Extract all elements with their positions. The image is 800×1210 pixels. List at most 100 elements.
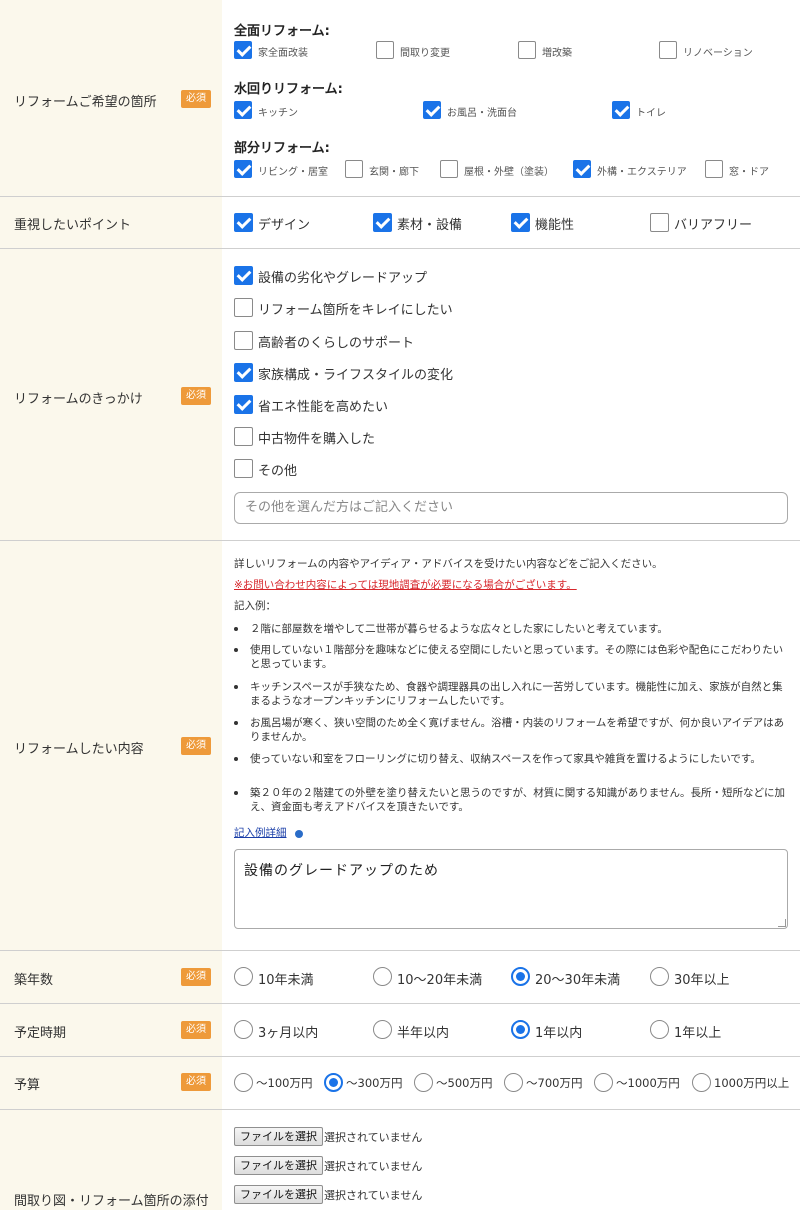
checkbox-kitchen[interactable] bbox=[234, 101, 252, 119]
option-label: 半年以内 bbox=[397, 1026, 450, 1041]
option-label: バリアフリー bbox=[674, 218, 753, 233]
option-label: 〜100万円 bbox=[256, 1076, 313, 1090]
row-reform-location: リフォームご希望の箇所 必須 全面リフォーム: 家全面改装 間取り変更 増改築 … bbox=[0, 0, 800, 197]
option-label: 〜300万円 bbox=[346, 1076, 403, 1090]
file-select-button[interactable]: ファイルを選択 bbox=[234, 1156, 323, 1175]
radio-budget-700[interactable] bbox=[504, 1073, 523, 1092]
option-label: 3ヶ月以内 bbox=[258, 1026, 319, 1041]
field-label: リフォームのきっかけ bbox=[14, 392, 143, 407]
label-cell: リフォームご希望の箇所 必須 bbox=[0, 0, 222, 196]
radio-budget-over-1000[interactable] bbox=[692, 1073, 711, 1092]
row-building-age: 築年数 必須 10年未満 10〜20年未満 20〜30年未満 30年以上 bbox=[0, 951, 800, 1004]
option-label: 10〜20年未満 bbox=[397, 973, 483, 988]
partial-reform-heading: 部分リフォーム: bbox=[234, 141, 330, 156]
row-timing: 予定時期 必須 3ヶ月以内 半年以内 1年以内 1年以上 bbox=[0, 1004, 800, 1057]
label-cell: 予算 必須 bbox=[0, 1057, 222, 1109]
option-label: 1年以上 bbox=[674, 1026, 722, 1041]
row-attachment: 間取り図・リフォーム箇所の添付 ファイルを選択 選択されていません ファイルを選… bbox=[0, 1110, 800, 1210]
checkbox-lifestyle-change[interactable] bbox=[234, 363, 253, 382]
checkbox-clean-up[interactable] bbox=[234, 298, 253, 317]
radio-age-over-30[interactable] bbox=[650, 967, 669, 986]
checkbox-toilet[interactable] bbox=[612, 101, 630, 119]
checkbox-bath[interactable] bbox=[423, 101, 441, 119]
label-cell: リフォームしたい内容 必須 bbox=[0, 541, 222, 950]
field-label: 重視したいポイント bbox=[14, 218, 132, 233]
checkbox-barrier-free[interactable] bbox=[650, 213, 669, 232]
checkbox-equipment-upgrade[interactable] bbox=[234, 266, 253, 285]
checkbox-full-renovation[interactable] bbox=[234, 41, 252, 59]
checkbox-renovation[interactable] bbox=[659, 41, 677, 59]
option-label: 〜500万円 bbox=[436, 1076, 493, 1090]
required-badge: 必須 bbox=[181, 737, 211, 755]
option-label: 設備の劣化やグレードアップ bbox=[258, 271, 428, 286]
label-cell: 重視したいポイント bbox=[0, 197, 222, 248]
option-label: リフォーム箇所をキレイにしたい bbox=[258, 303, 453, 318]
label-cell: リフォームのきっかけ 必須 bbox=[0, 249, 222, 540]
option-label: 増改築 bbox=[542, 48, 572, 59]
row-priority: 重視したいポイント デザイン 素材・設備 機能性 バリアフリー bbox=[0, 197, 800, 249]
bullet bbox=[234, 648, 238, 652]
checkbox-extension[interactable] bbox=[518, 41, 536, 59]
checkbox-functionality[interactable] bbox=[511, 213, 530, 232]
option-label: 10年未満 bbox=[258, 973, 314, 988]
example-detail-link[interactable]: 記入例詳細 bbox=[234, 825, 287, 840]
option-label: 屋根・外壁（塗装） bbox=[464, 167, 554, 178]
checkbox-window-door[interactable] bbox=[705, 160, 723, 178]
radio-budget-500[interactable] bbox=[414, 1073, 433, 1092]
radio-budget-100[interactable] bbox=[234, 1073, 253, 1092]
full-reform-heading: 全面リフォーム: bbox=[234, 24, 330, 39]
checkbox-energy-saving[interactable] bbox=[234, 395, 253, 414]
checkbox-roof-wall[interactable] bbox=[440, 160, 458, 178]
option-label: リビング・居室 bbox=[258, 167, 328, 178]
checkbox-materials[interactable] bbox=[373, 213, 392, 232]
label-cell: 間取り図・リフォーム箇所の添付 bbox=[0, 1110, 222, 1210]
option-label: 中古物件を購入した bbox=[258, 432, 376, 447]
checkbox-design[interactable] bbox=[234, 213, 253, 232]
radio-age-20-30[interactable] bbox=[511, 967, 530, 986]
checkbox-elderly-support[interactable] bbox=[234, 331, 253, 350]
radio-age-under-10[interactable] bbox=[234, 967, 253, 986]
file-select-button[interactable]: ファイルを選択 bbox=[234, 1127, 323, 1146]
bullet bbox=[234, 721, 238, 725]
content-textarea[interactable]: 設備のグレードアップのため bbox=[234, 849, 788, 929]
radio-timing-half-year[interactable] bbox=[373, 1020, 392, 1039]
option-label: トイレ bbox=[636, 108, 666, 119]
bullet bbox=[234, 627, 238, 631]
row-budget: 予算 必須 〜100万円 〜300万円 〜500万円 〜700万円 〜1000万… bbox=[0, 1057, 800, 1110]
file-status: 選択されていません bbox=[324, 1160, 423, 1173]
example-text: 使っていない和室をフローリングに切り替え、収納スペースを作って家具や雑貨を置ける… bbox=[250, 753, 761, 765]
option-label: 高齢者のくらしのサポート bbox=[258, 336, 415, 351]
option-label: 〜700万円 bbox=[526, 1076, 583, 1090]
checkbox-entrance[interactable] bbox=[345, 160, 363, 178]
field-label: リフォームしたい内容 bbox=[14, 742, 144, 757]
required-badge: 必須 bbox=[181, 1021, 211, 1039]
radio-timing-over-1-year[interactable] bbox=[650, 1020, 669, 1039]
label-cell: 予定時期 必須 bbox=[0, 1004, 222, 1056]
bullet bbox=[234, 791, 238, 795]
water-reform-heading: 水回りリフォーム: bbox=[234, 82, 343, 97]
field-label: 間取り図・リフォーム箇所の添付 bbox=[14, 1194, 209, 1209]
external-link-icon[interactable] bbox=[295, 830, 303, 838]
radio-timing-1-year[interactable] bbox=[511, 1020, 530, 1039]
option-label: 1年以内 bbox=[535, 1026, 583, 1041]
radio-budget-300[interactable] bbox=[324, 1073, 343, 1092]
checkbox-living-room[interactable] bbox=[234, 160, 252, 178]
resize-handle-icon[interactable] bbox=[778, 919, 786, 927]
option-label: 家族構成・ライフスタイルの変化 bbox=[258, 368, 454, 383]
option-label: 機能性 bbox=[535, 218, 575, 233]
field-label: リフォームご希望の箇所 bbox=[14, 95, 157, 110]
option-label: 〜1000万円 bbox=[616, 1076, 680, 1090]
checkbox-exterior[interactable] bbox=[573, 160, 591, 178]
file-select-button[interactable]: ファイルを選択 bbox=[234, 1185, 323, 1204]
radio-age-10-20[interactable] bbox=[373, 967, 392, 986]
checkbox-layout-change[interactable] bbox=[376, 41, 394, 59]
required-badge: 必須 bbox=[181, 387, 211, 405]
radio-timing-3-months[interactable] bbox=[234, 1020, 253, 1039]
option-label: リノベーション bbox=[683, 48, 753, 59]
file-status: 選択されていません bbox=[324, 1131, 423, 1144]
checkbox-used-property[interactable] bbox=[234, 427, 253, 446]
radio-budget-1000[interactable] bbox=[594, 1073, 613, 1092]
option-label: 省エネ性能を高めたい bbox=[258, 400, 389, 415]
other-reason-input[interactable]: その他を選んだ方はご記入ください bbox=[234, 492, 788, 524]
checkbox-other[interactable] bbox=[234, 459, 253, 478]
